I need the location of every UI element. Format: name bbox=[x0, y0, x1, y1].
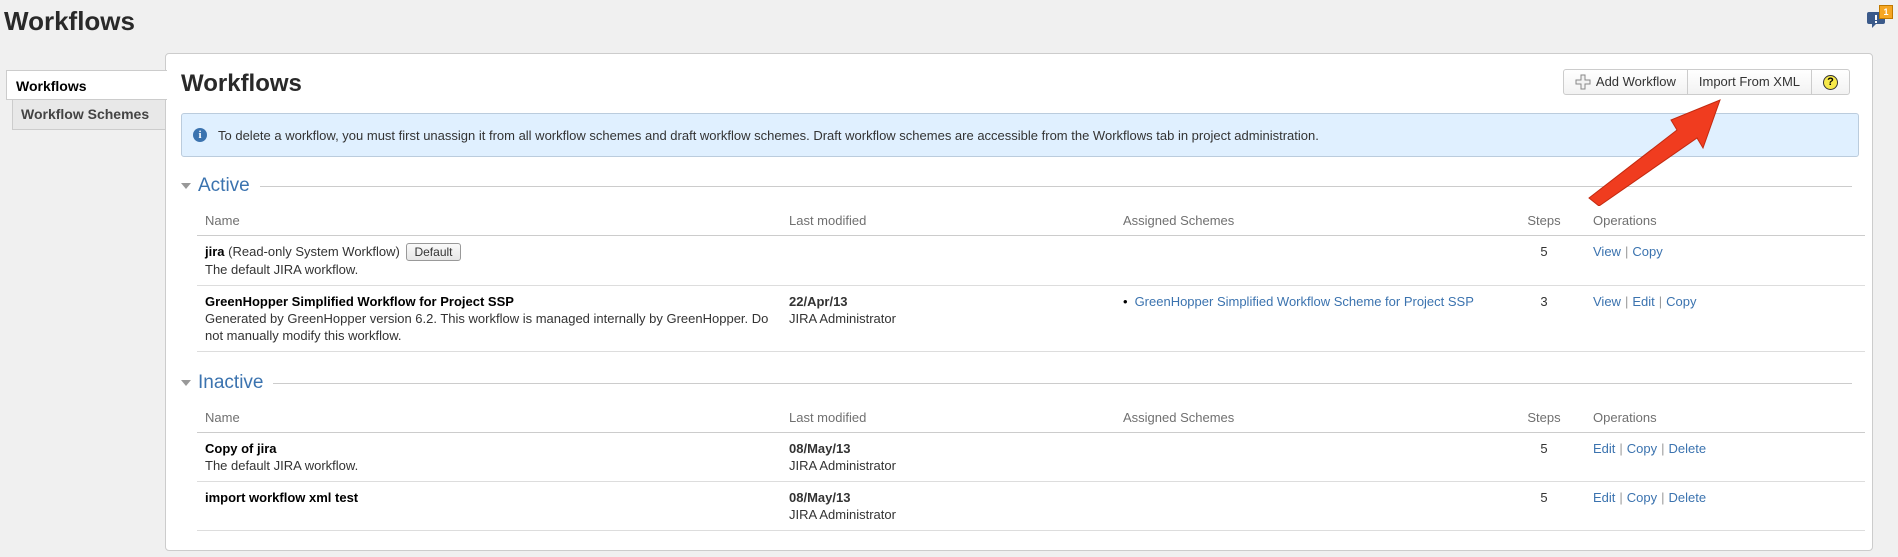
column-assigned-schemes: Assigned Schemes bbox=[1115, 205, 1503, 236]
sidebar-item-workflows[interactable]: Workflows bbox=[6, 70, 167, 100]
view-link[interactable]: View bbox=[1593, 294, 1621, 309]
copy-link[interactable]: Copy bbox=[1627, 490, 1657, 505]
active-workflows-table: Name Last modified Assigned Schemes Step… bbox=[197, 205, 1865, 352]
collapse-triangle-icon[interactable] bbox=[181, 380, 191, 386]
operations: Edit | Copy | Delete bbox=[1585, 481, 1865, 531]
steps-count: 5 bbox=[1503, 235, 1585, 286]
inactive-workflows-table: Name Last modified Assigned Schemes Step… bbox=[197, 402, 1865, 531]
copy-link[interactable]: Copy bbox=[1666, 294, 1696, 309]
operations: View | Edit | Copy bbox=[1585, 285, 1865, 352]
table-header-row: Name Last modified Assigned Schemes Step… bbox=[197, 402, 1865, 433]
column-operations: Operations bbox=[1585, 402, 1865, 433]
help-button[interactable]: ? bbox=[1812, 70, 1849, 94]
workflow-name-suffix: (Read-only System Workflow) bbox=[228, 244, 400, 259]
workflow-name: import workflow xml test bbox=[205, 490, 359, 505]
help-icon: ? bbox=[1823, 74, 1838, 90]
copy-link[interactable]: Copy bbox=[1627, 441, 1657, 456]
table-row: import workflow xml test 08/May/13 JIRA … bbox=[197, 481, 1865, 531]
table-header-row: Name Last modified Assigned Schemes Step… bbox=[197, 205, 1865, 236]
steps-count: 3 bbox=[1503, 285, 1585, 352]
inactive-section-label: Inactive bbox=[198, 372, 274, 394]
column-steps: Steps bbox=[1503, 402, 1585, 433]
info-icon: i bbox=[193, 128, 207, 142]
steps-count: 5 bbox=[1503, 481, 1585, 531]
table-row: jira (Read-only System Workflow) Default… bbox=[197, 235, 1865, 286]
edit-link[interactable]: Edit bbox=[1593, 490, 1615, 505]
last-modified-user: JIRA Administrator bbox=[789, 311, 896, 326]
operations: View | Copy bbox=[1585, 235, 1865, 286]
table-row: GreenHopper Simplified Workflow for Proj… bbox=[197, 285, 1865, 352]
column-assigned-schemes: Assigned Schemes bbox=[1115, 402, 1503, 433]
workflow-name: Copy of jira bbox=[205, 441, 277, 456]
delete-link[interactable]: Delete bbox=[1669, 441, 1707, 456]
collapse-triangle-icon[interactable] bbox=[181, 183, 191, 189]
active-section-label: Active bbox=[198, 175, 260, 197]
edit-link[interactable]: Edit bbox=[1632, 294, 1654, 309]
assigned-scheme-link[interactable]: GreenHopper Simplified Workflow Scheme f… bbox=[1135, 294, 1474, 309]
column-name: Name bbox=[197, 402, 781, 433]
workflow-name: jira bbox=[205, 244, 225, 259]
workflow-description: Generated by GreenHopper version 6.2. Th… bbox=[205, 311, 769, 343]
table-row: Copy of jira The default JIRA workflow. … bbox=[197, 432, 1865, 482]
last-modified-date: 22/Apr/13 bbox=[789, 294, 848, 309]
notification-badge: 1 bbox=[1879, 5, 1893, 19]
sidebar-item-workflow-schemes[interactable]: Workflow Schemes bbox=[12, 100, 166, 130]
workflow-name: GreenHopper Simplified Workflow for Proj… bbox=[205, 294, 514, 309]
last-modified-date: 08/May/13 bbox=[789, 441, 851, 456]
default-badge: Default bbox=[406, 243, 461, 261]
column-steps: Steps bbox=[1503, 205, 1585, 236]
bullet-icon: • bbox=[1123, 294, 1128, 309]
section-divider bbox=[198, 383, 1852, 384]
info-text: To delete a workflow, you must first una… bbox=[218, 127, 1319, 143]
last-modified-user: JIRA Administrator bbox=[789, 507, 896, 522]
column-last-modified: Last modified bbox=[781, 402, 1115, 433]
delete-link[interactable]: Delete bbox=[1669, 490, 1707, 505]
annotation-arrow-icon bbox=[1588, 99, 1721, 206]
last-modified-user: JIRA Administrator bbox=[789, 458, 896, 473]
column-last-modified: Last modified bbox=[781, 205, 1115, 236]
page-title: Workflows bbox=[4, 6, 135, 36]
sidebar: Workflows Workflow Schemes bbox=[6, 70, 167, 130]
main-title: Workflows bbox=[181, 70, 302, 97]
workflow-description: The default JIRA workflow. bbox=[205, 458, 359, 473]
steps-count: 5 bbox=[1503, 432, 1585, 482]
last-modified-date: 08/May/13 bbox=[789, 490, 851, 505]
operations: Edit | Copy | Delete bbox=[1585, 432, 1865, 482]
column-name: Name bbox=[197, 205, 781, 236]
inactive-section-header[interactable]: Inactive bbox=[181, 372, 1874, 396]
copy-link[interactable]: Copy bbox=[1632, 244, 1662, 259]
edit-link[interactable]: Edit bbox=[1593, 441, 1615, 456]
column-operations: Operations bbox=[1585, 205, 1865, 236]
view-link[interactable]: View bbox=[1593, 244, 1621, 259]
workflow-description: The default JIRA workflow. bbox=[205, 262, 359, 277]
